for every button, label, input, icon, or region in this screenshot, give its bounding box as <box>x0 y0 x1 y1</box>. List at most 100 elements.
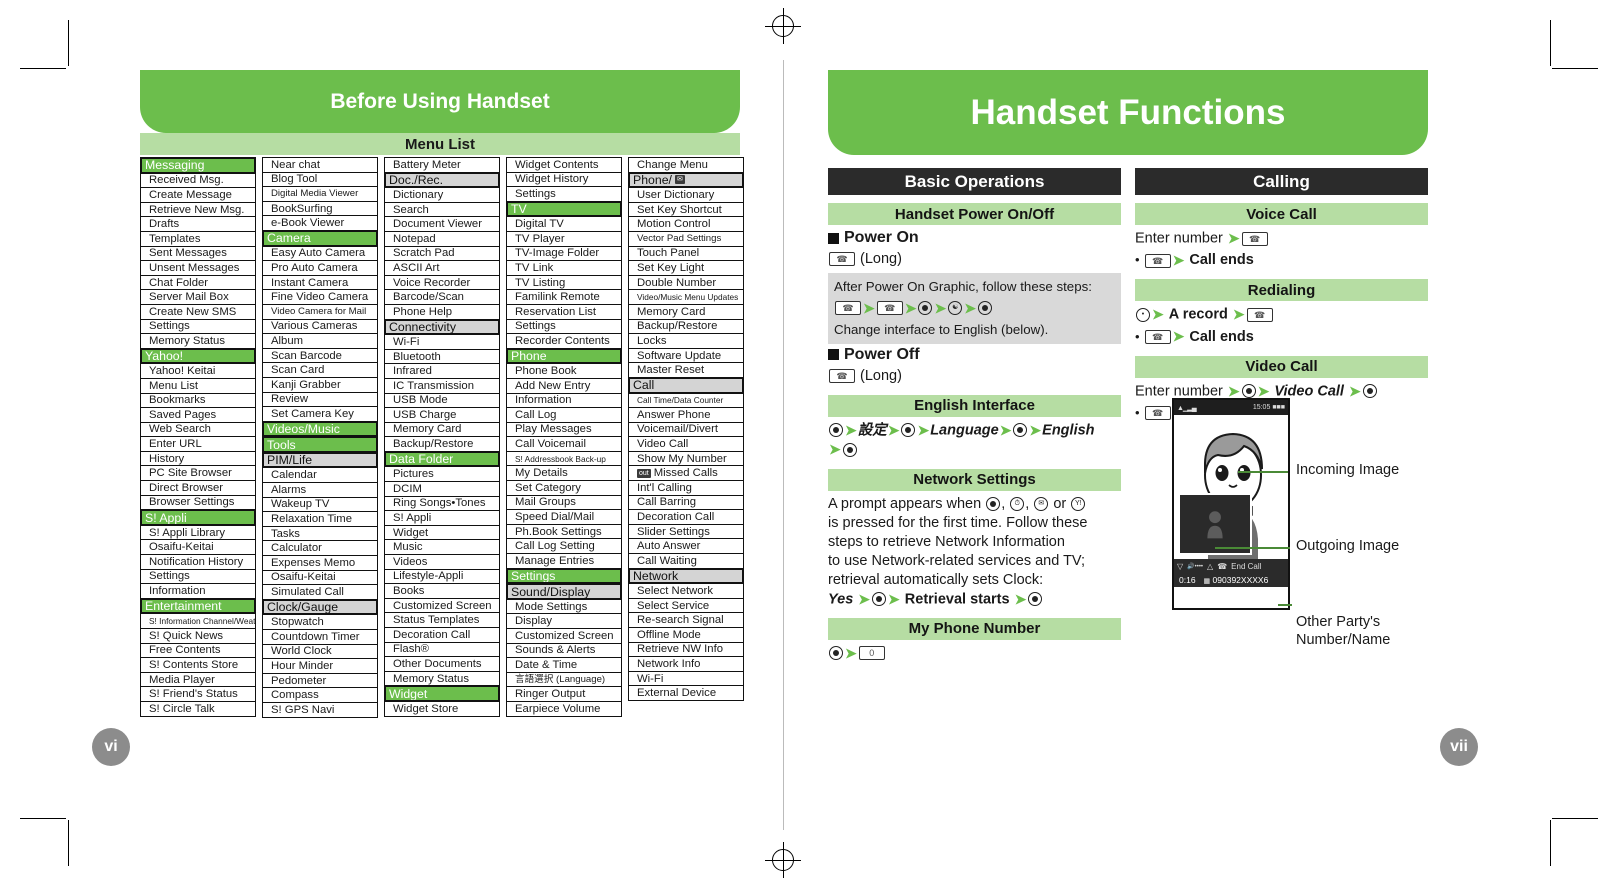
menu-item: Barcode/Scan <box>384 289 500 305</box>
menu-item: PIM/Life <box>262 451 378 469</box>
menu-item: PC Site Browser <box>140 465 256 482</box>
list-bullet: • <box>1135 252 1140 268</box>
english-interface-steps: ➤設定➤ ➤Language➤ ➤English ➤ <box>829 421 1095 458</box>
menu-item-label: Set Key Light <box>637 261 705 274</box>
menu-item: Widget Contents <box>506 157 622 173</box>
menu-item-label: Memory Status <box>149 334 225 347</box>
menu-item: Browser Settings <box>140 494 256 511</box>
navigation-key-icon: • <box>1136 307 1150 322</box>
outgoing-image-thumbnail <box>1178 493 1252 555</box>
menu-item-label: Various Cameras <box>271 320 358 333</box>
menu-item: Sent Messages <box>140 245 256 262</box>
menu-item-label: Chat Folder <box>149 276 209 289</box>
menu-item: Tasks <box>262 525 378 542</box>
callout-other-party: Other Party's Number/Name <box>1296 614 1391 648</box>
menu-item: Call Log Setting <box>506 538 622 555</box>
menu-item-label: Review <box>271 393 309 406</box>
menu-item: Doc./Rec. <box>384 171 500 189</box>
menu-item-label: Mode Settings <box>515 600 588 613</box>
menu-item-label: Received Msg. <box>149 174 224 187</box>
menu-item: Wakeup TV <box>262 496 378 513</box>
menu-item: Yahoo! Keitai <box>140 363 256 379</box>
menu-item: Vector Pad Settings <box>628 230 744 247</box>
menu-item-label: Dictionary <box>393 188 444 201</box>
menu-item: Lifestyle-Appli <box>384 568 500 585</box>
menu-item-label: IC Transmission <box>393 379 474 392</box>
menu-item-label: Vector Pad Settings <box>637 232 722 244</box>
menu-item: e-Book Viewer <box>262 215 378 231</box>
menu-item-label: Settings <box>515 187 556 200</box>
menu-item-label: Widget Contents <box>515 158 599 171</box>
menu-item-label: Entertainment <box>145 599 222 614</box>
menu-item-label: S! Addressbook Back-up <box>515 453 606 464</box>
menu-item-label: Mail Groups <box>515 496 576 509</box>
menu-item-label: Relaxation Time <box>271 513 352 526</box>
menu-item-label: S! Appli <box>145 510 187 525</box>
center-key-icon <box>842 442 857 457</box>
menu-item-label: Settings <box>149 320 190 333</box>
basic-operations-heading: Basic Operations <box>828 168 1121 195</box>
menu-item-label: Countdown Timer <box>271 630 360 643</box>
menu-item: Auto Answer <box>628 538 744 555</box>
menu-item: Network <box>628 567 744 585</box>
menu-item: Templates <box>140 230 256 247</box>
menu-item: 言語選択 (Language) <box>506 671 622 688</box>
center-key-icon <box>986 496 1001 511</box>
page-number-left: vi <box>92 728 130 766</box>
menu-item: S! Circle Talk <box>140 700 256 717</box>
menu-item-label: TV <box>511 202 527 217</box>
menu-item-label: Decoration Call <box>393 628 471 641</box>
end-call-label: End Call <box>1231 561 1262 571</box>
menu-item-label: Backup/Restore <box>637 320 718 333</box>
menu-item-label: Lifestyle-Appli <box>393 570 464 583</box>
menu-item: Flash® <box>384 641 500 658</box>
my-phone-number-subheading: My Phone Number <box>828 617 1121 640</box>
menu-item: Scan Barcode <box>262 347 378 364</box>
voice-call-subheading: Voice Call <box>1135 203 1428 225</box>
menu-item-label: Server Mail Box <box>149 291 229 304</box>
calling-heading: Calling <box>1135 168 1428 195</box>
menu-item: Call Barring <box>628 494 744 511</box>
menu-item-label: Scan Card <box>271 364 325 377</box>
menu-item: Direct Browser <box>140 480 256 496</box>
center-key-icon <box>1241 384 1256 399</box>
menu-item-label: Near chat <box>271 158 320 171</box>
menu-item: Digital Media Viewer <box>262 186 378 202</box>
menu-item-label: Information <box>515 394 572 407</box>
menu-item-label: Calendar <box>271 469 317 482</box>
menu-item-label: Wakeup TV <box>271 498 330 511</box>
send-key-icon: ☎ <box>1241 231 1268 246</box>
menu-item: Ring Songs•Tones <box>384 495 500 512</box>
menu-item-label: Tasks <box>271 527 300 540</box>
menu-item-label: Calculator <box>271 542 322 555</box>
menu-item: Retrieve NW Info <box>628 641 744 658</box>
menu-item-label: Blog Tool <box>271 173 318 186</box>
menu-item: Set Key Light <box>628 260 744 276</box>
menu-item-label: Sounds & Alerts <box>515 644 596 657</box>
menu-item-label: Barcode/Scan <box>393 291 464 304</box>
menu-item: Change Menu <box>628 157 744 173</box>
menu-item: Chat Folder <box>140 274 256 291</box>
menu-item-label: PIM/Life <box>267 453 313 468</box>
step-settings-japanese: 設定 <box>857 422 887 439</box>
left-page: Before Using Handset Menu List Messaging… <box>60 0 800 886</box>
menu-item-label: Select Network <box>637 585 713 598</box>
menu-item: Entertainment <box>140 597 256 615</box>
step-english: English <box>1042 422 1095 439</box>
menu-item-label: Pro Auto Camera <box>271 261 358 274</box>
menu-item: Phone Help <box>384 303 500 320</box>
menu-item: Various Cameras <box>262 318 378 335</box>
menu-item-label: Scan Barcode <box>271 349 342 362</box>
end-call-icon: ☎ <box>1217 561 1228 571</box>
menu-item-label: Locks <box>637 334 667 347</box>
menu-item-label: Books <box>393 585 425 598</box>
menu-list-columns: Messaging Received Msg. Create Message Retr… <box>140 157 744 718</box>
menu-item: Settings <box>140 568 256 585</box>
menu-item-label: Osaifu-Keitai <box>149 541 214 554</box>
menu-item-label: Widget <box>393 526 429 539</box>
menu-item-label: Phone <box>511 349 547 364</box>
menu-item-label: Customized Screen <box>515 629 614 642</box>
menu-item-label: Pedometer <box>271 674 327 687</box>
menu-item: Free Contents <box>140 642 256 659</box>
menu-item: Kanji Grabber <box>262 376 378 393</box>
